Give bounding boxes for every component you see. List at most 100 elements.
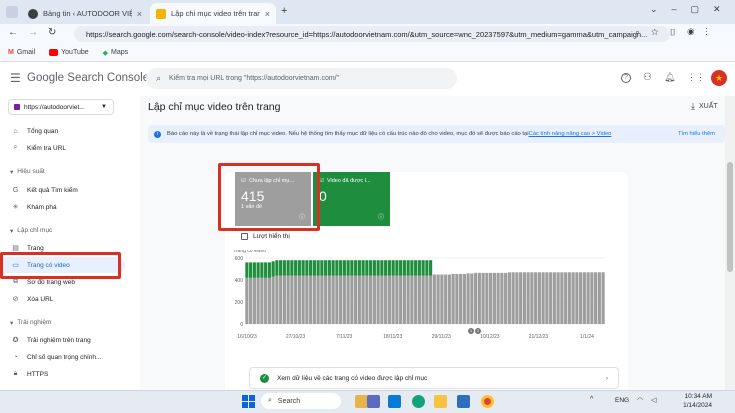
bar-not-indexed — [324, 275, 328, 324]
clock[interactable]: 10:34 AM 1/14/2024 — [680, 392, 712, 410]
bar-not-indexed — [429, 275, 433, 324]
bar-not-indexed — [575, 272, 579, 324]
tray-icons[interactable]: ^ — [590, 396, 593, 403]
home-icon: ⌂ — [13, 127, 18, 135]
help-icon: ⓘ — [377, 215, 384, 221]
url-inspect-search[interactable]: ⌕ Kiểm tra mọi URL trong "https://autodo… — [146, 68, 457, 89]
manage-users-icon[interactable]: ⚇ — [643, 72, 652, 83]
learn-more-link[interactable]: Tìm hiểu thêm — [673, 131, 715, 137]
checkbox-empty-icon — [241, 233, 248, 240]
page-scrollbar[interactable] — [725, 96, 735, 390]
bar-not-indexed — [357, 275, 361, 324]
sidebar-item-https[interactable]: 🔒︎ HTTPS — [0, 366, 125, 382]
y-tick-label: 600 — [235, 256, 244, 262]
impressions-checkbox[interactable]: Lượt hiển thị — [241, 233, 290, 240]
scrollbar-thumb[interactable] — [727, 162, 733, 272]
folder-icon[interactable] — [434, 395, 447, 408]
toolbar-icons[interactable]: ⌕☆▯◉⋮ — [635, 27, 719, 38]
windows-start-icon[interactable] — [242, 395, 255, 408]
collapse-icon: ▾ — [10, 169, 14, 176]
new-tab-icon[interactable]: + — [281, 5, 287, 17]
download-icon: ⤓ — [691, 101, 695, 111]
address-bar[interactable]: https://search.google.com/search-console… — [74, 26, 670, 42]
bar-indexed — [267, 262, 271, 278]
info-banner: i Báo cáo này là về trạng thái lập chỉ m… — [148, 125, 725, 143]
section-performance[interactable]: ▾ Hiệu suất — [10, 168, 45, 176]
bar-indexed — [312, 260, 316, 276]
bar-not-indexed — [301, 275, 305, 324]
bar-not-indexed — [579, 272, 583, 324]
bar-indexed — [294, 260, 298, 276]
bookmark-maps[interactable]: ◆ Maps — [103, 49, 129, 57]
bar-not-indexed — [567, 272, 571, 324]
bar-indexed — [275, 260, 279, 276]
bar-not-indexed — [474, 272, 478, 324]
taskbar-app-icon[interactable] — [457, 395, 470, 408]
reload-icon[interactable]: ↻ — [48, 27, 56, 38]
close-icon[interactable]: × — [265, 9, 270, 19]
property-selector[interactable]: https://autodoorviet... ▼ — [8, 99, 114, 115]
event-marker[interactable]: 1 — [468, 328, 474, 334]
help-icon[interactable]: ? — [621, 73, 631, 83]
bar-not-indexed — [582, 272, 586, 324]
sidebar-item-discover[interactable]: ✳ Khám phá — [0, 199, 125, 215]
hamburger-menu-icon[interactable]: ☰ — [10, 71, 21, 85]
chrome-icon[interactable] — [481, 395, 494, 408]
youtube-icon — [49, 49, 59, 56]
forward-icon[interactable]: → — [28, 27, 38, 38]
x-tick-label: 16/10/23 — [237, 334, 257, 340]
tile-indexed[interactable]: ☑ Video đã được l... 0 ⓘ — [313, 172, 390, 226]
bar-indexed — [380, 260, 384, 276]
sidebar-item-core-web-vitals[interactable]: ◔ Chỉ số quan trọng chính... — [0, 349, 125, 365]
volume-icon[interactable]: ◁ — [651, 396, 656, 404]
bar-not-indexed — [320, 275, 324, 324]
asterisk-icon: ✳ — [12, 204, 19, 211]
window-controls[interactable]: ⌄–▢✕ — [650, 4, 735, 15]
bar-not-indexed — [294, 275, 298, 324]
sidebar-item-url-inspection[interactable]: ⌕ Kiểm tra URL — [0, 140, 125, 156]
taskbar-search[interactable]: ⌕ Search — [261, 393, 341, 409]
taskbar-app-icon[interactable] — [367, 395, 380, 408]
info-link[interactable]: Các tính năng nâng cao > Video — [529, 131, 612, 137]
bar-indexed — [305, 260, 309, 276]
bar-not-indexed — [432, 274, 436, 324]
bar-not-indexed — [297, 275, 301, 324]
sidebar-item-page-experience[interactable]: ✪ Trải nghiệm trên trang — [0, 332, 125, 348]
bar-indexed — [264, 262, 268, 278]
chrome-menu-icon[interactable] — [6, 6, 18, 18]
back-icon[interactable]: ← — [8, 27, 18, 38]
avatar[interactable]: ★ — [711, 70, 727, 86]
sidebar-item-sitemaps[interactable]: ⧉ Sơ đồ trang web — [0, 274, 125, 290]
bar-not-indexed — [286, 275, 290, 324]
x-tick-label: 27/10/23 — [286, 334, 306, 340]
section-indexing[interactable]: ▾ Lập chỉ mục — [10, 227, 52, 235]
google-g-icon: G — [12, 186, 19, 194]
bookmark-youtube[interactable]: YouTube — [49, 49, 89, 56]
language-indicator[interactable]: ENG — [615, 397, 629, 404]
sidebar-item-removals[interactable]: ⊘ Xóa URL — [0, 291, 125, 307]
bar-not-indexed — [264, 277, 268, 324]
bar-not-indexed — [335, 275, 339, 324]
product-logo[interactable]: Google Search Console — [27, 72, 149, 84]
section-experience[interactable]: ▾ Trải nghiệm — [10, 319, 51, 327]
details-row[interactable]: ✓ Xem dữ liệu về các trang có video được… — [249, 367, 619, 389]
bar-indexed — [391, 260, 395, 276]
taskbar-app-icon[interactable] — [388, 395, 401, 408]
notifications-icon[interactable]: 🔔︎ — [664, 72, 675, 83]
bar-not-indexed — [455, 273, 459, 324]
wifi-icon[interactable]: ◠ — [637, 396, 643, 404]
sidebar-item-search-results[interactable]: G Kết quả Tìm kiếm — [0, 182, 125, 198]
x-tick-label: 21/12/23 — [529, 334, 549, 340]
apps-grid-icon[interactable]: ⋮⋮ — [687, 72, 705, 83]
bookmark-gmail[interactable]: M Gmail — [8, 49, 35, 56]
tab-video-index[interactable]: Lập chỉ mục video trên trang × — [150, 3, 276, 24]
tab-autodoor[interactable]: Bảng tin ‹ AUTODOOR VIỆT NA × — [22, 3, 148, 24]
sidebar-item-overview[interactable]: ⌂ Tổng quan — [0, 123, 125, 139]
event-marker[interactable]: 2 — [475, 328, 481, 334]
bar-indexed — [286, 260, 290, 276]
close-icon[interactable]: × — [137, 9, 142, 19]
export-button[interactable]: ⤓ XUẤT — [691, 101, 718, 112]
edge-icon[interactable] — [412, 395, 425, 408]
bar-not-indexed — [402, 275, 406, 324]
bar-not-indexed — [534, 272, 538, 324]
